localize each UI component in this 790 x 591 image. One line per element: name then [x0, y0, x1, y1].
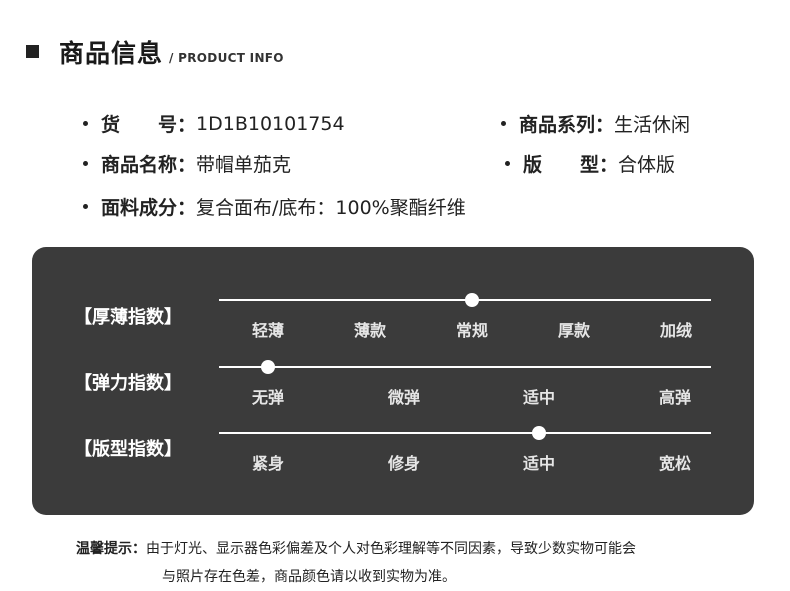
- info-name: 商品名称： 带帽单茄克: [83, 150, 291, 177]
- index-panel: 【厚薄指数】 轻薄 薄款 常规 厚款 加绒 【弹力指数】 无弹 微弹 适中 高弹…: [32, 247, 754, 515]
- index-option: 厚款: [557, 321, 591, 340]
- index-option: 加绒: [659, 321, 693, 340]
- bullet-icon: [83, 121, 88, 126]
- index-option: 宽松: [658, 454, 692, 473]
- info-value: 带帽单茄克: [196, 154, 292, 176]
- info-label: 商品名称：: [101, 154, 197, 176]
- section-subtitle: / PRODUCT INFO: [169, 51, 284, 65]
- info-label: 货 号：: [101, 114, 197, 136]
- tip-label: 温馨提示：: [76, 541, 146, 557]
- info-label: 商品系列：: [519, 114, 615, 136]
- index-option: 高弹: [658, 388, 692, 407]
- index-option: 常规: [455, 321, 489, 340]
- bullet-icon: [501, 121, 506, 126]
- index-knob: [261, 360, 275, 374]
- info-fabric: 面料成分： 复合面布/底布：100%聚酯纤维: [83, 193, 466, 220]
- section-title: 商品信息: [59, 39, 164, 68]
- index-track: [219, 366, 711, 368]
- info-label: 版 型：: [523, 154, 619, 176]
- info-value: 1D1B10101754: [196, 112, 345, 135]
- bullet-icon: [83, 204, 88, 209]
- index-option: 无弹: [251, 388, 285, 407]
- info-fit: 版 型： 合体版: [505, 150, 675, 177]
- index-option: 适中: [522, 454, 556, 473]
- index-knob: [465, 293, 479, 307]
- tip-text-line1: 由于灯光、显示器色彩偏差及个人对色彩理解等不同因素，导致少数实物可能会: [146, 541, 636, 557]
- index-option: 轻薄: [251, 321, 285, 340]
- index-knob: [532, 426, 546, 440]
- info-item-no: 货 号： 1D1B10101754: [83, 110, 345, 137]
- tip-text-line2: 与照片存在色差，商品颜色请以收到实物为准。: [162, 569, 456, 585]
- info-value: 生活休闲: [614, 114, 691, 136]
- index-track: [219, 432, 711, 434]
- index-label: 【厚薄指数】: [74, 307, 182, 328]
- index-option: 适中: [522, 388, 556, 407]
- index-option: 紧身: [251, 454, 285, 473]
- tip-note: 温馨提示：由于灯光、显示器色彩偏差及个人对色彩理解等不同因素，导致少数实物可能会…: [76, 535, 636, 591]
- bullet-icon: [83, 161, 88, 166]
- index-option: 薄款: [353, 321, 387, 340]
- square-icon: [26, 45, 39, 58]
- info-series: 商品系列： 生活休闲: [501, 110, 690, 137]
- info-value: 复合面布/底布：100%聚酯纤维: [196, 197, 466, 219]
- index-label: 【弹力指数】: [74, 373, 182, 394]
- info-label: 面料成分：: [101, 197, 197, 219]
- index-option: 微弹: [387, 388, 421, 407]
- index-label: 【版型指数】: [74, 439, 182, 460]
- index-option: 修身: [387, 454, 421, 473]
- section-header: 商品信息 / PRODUCT INFO: [26, 34, 284, 70]
- info-value: 合体版: [618, 154, 676, 176]
- bullet-icon: [505, 161, 510, 166]
